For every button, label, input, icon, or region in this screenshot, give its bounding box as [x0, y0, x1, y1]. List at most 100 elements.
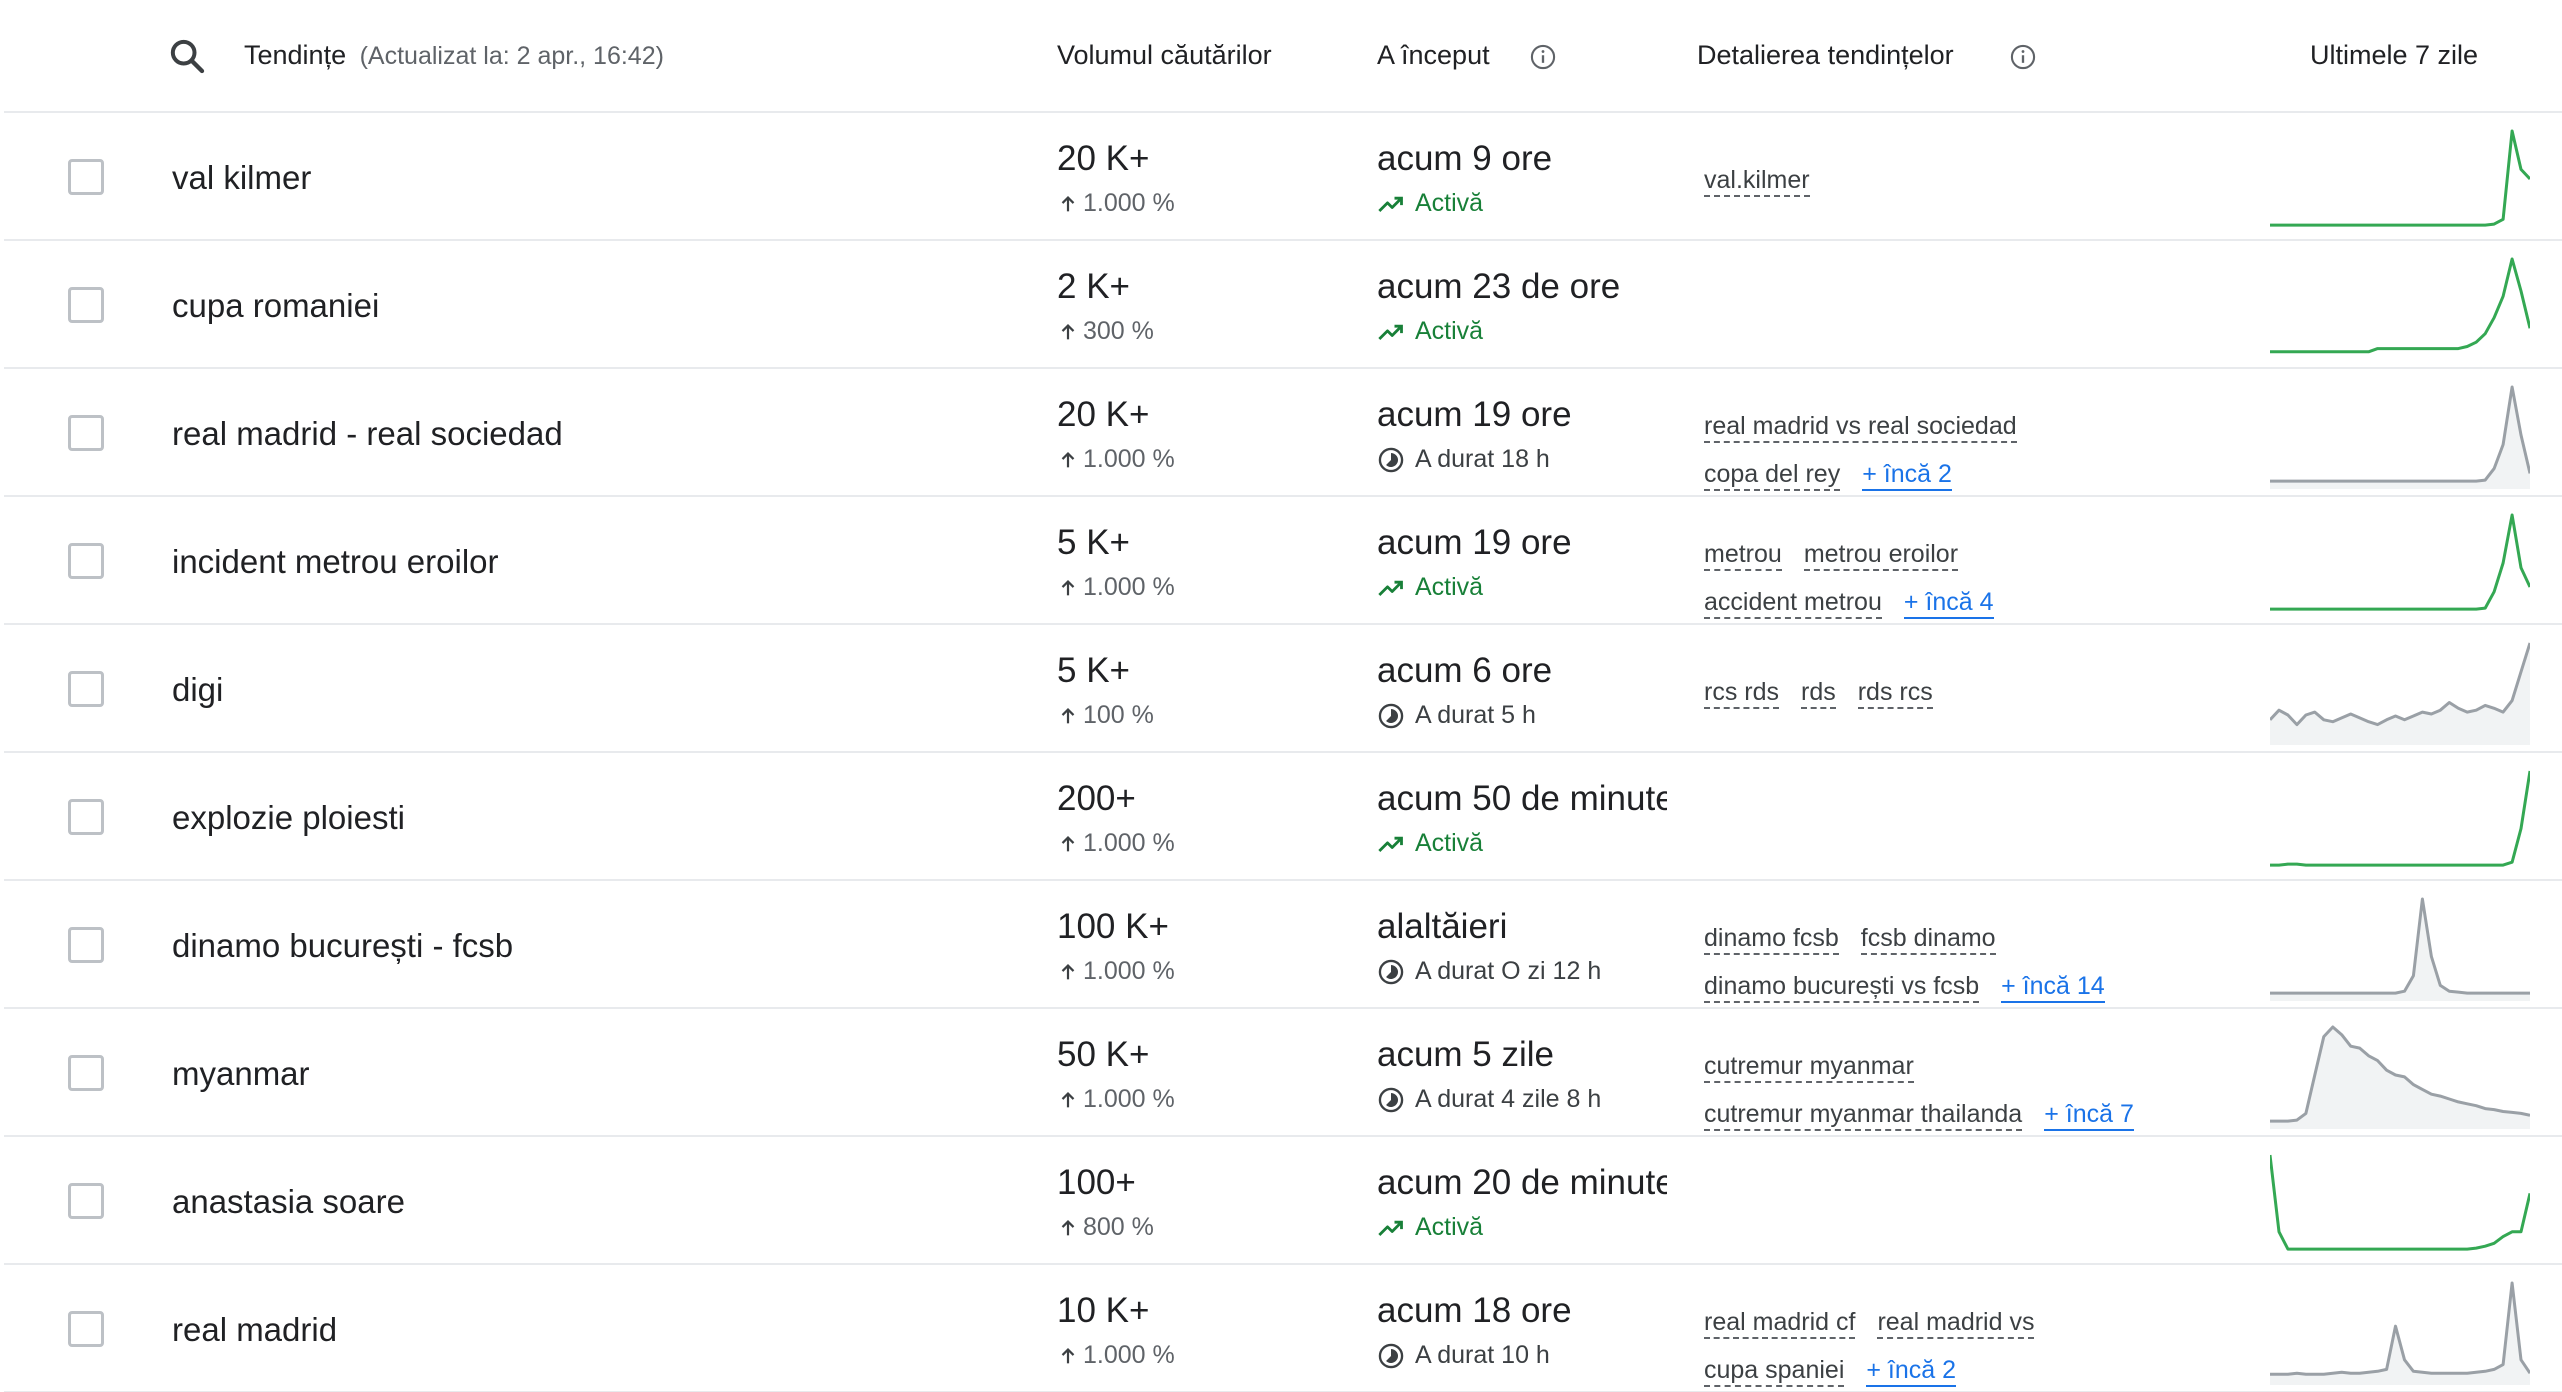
table-row-7[interactable]: dinamo bucurești - fcsb 100 K+ 1.000 % a… — [4, 881, 2562, 1009]
query-chip[interactable]: rds rcs — [1857, 677, 1933, 709]
query-chip[interactable]: real madrid vs real sociedad — [1704, 411, 2017, 443]
trend-breakdown — [1704, 787, 2264, 845]
search-volume: 5 K+ — [1057, 651, 1130, 690]
arrow-up-icon — [1061, 707, 1075, 723]
sparkline-chart[interactable] — [2270, 633, 2530, 745]
query-chip[interactable]: dinamo fcsb — [1704, 923, 1839, 955]
trend-name[interactable]: digi — [172, 671, 223, 709]
trend-breakdown — [1704, 1171, 2264, 1229]
table-row-10[interactable]: real madrid 10 K+ 1.000 % acum 18 ore A … — [4, 1265, 2562, 1392]
query-chip[interactable]: cupa spaniei — [1704, 1355, 1845, 1387]
row-checkbox[interactable] — [68, 415, 104, 451]
trend-name[interactable]: real madrid — [172, 1311, 337, 1349]
started-time: acum 5 zile — [1377, 1035, 1555, 1074]
query-chip[interactable]: metrou eroilor — [1803, 539, 1959, 571]
query-chip[interactable]: copa del rey — [1704, 459, 1841, 491]
more-queries-link[interactable]: + încă 2 — [1862, 459, 1952, 491]
search-volume: 2 K+ — [1057, 267, 1130, 306]
trend-breakdown — [1704, 275, 2264, 333]
row-checkbox[interactable] — [68, 799, 104, 835]
row-checkbox[interactable] — [68, 671, 104, 707]
query-chip[interactable]: rds — [1801, 677, 1836, 709]
more-queries-link[interactable]: + încă 7 — [2044, 1099, 2134, 1131]
trend-name[interactable]: val kilmer — [172, 159, 311, 197]
row-checkbox[interactable] — [68, 927, 104, 963]
table-row-1[interactable]: val kilmer 20 K+ 1.000 % acum 9 ore Acti… — [4, 113, 2562, 241]
row-checkbox[interactable] — [68, 159, 104, 195]
sparkline-chart[interactable] — [2270, 121, 2530, 233]
sparkline-chart[interactable] — [2270, 505, 2530, 617]
trending-up-icon — [1378, 580, 1403, 596]
query-chip[interactable]: cutremur myanmar thailanda — [1704, 1099, 2023, 1131]
sparkline-chart[interactable] — [2270, 761, 2530, 873]
table-row-2[interactable]: cupa romaniei 2 K+ 300 % acum 23 de ore … — [4, 241, 2562, 369]
column-header-volume[interactable]: Volumul căutărilor — [1057, 40, 1272, 71]
trend-name[interactable]: cupa romaniei — [172, 287, 379, 325]
table-row-6[interactable]: explozie ploiesti 200+ 1.000 % acum 50 d… — [4, 753, 2562, 881]
timelapse-icon — [1378, 959, 1404, 984]
started-time: alaltăieri — [1377, 907, 1508, 946]
row-checkbox[interactable] — [68, 543, 104, 579]
column-header-started[interactable]: A început — [1377, 40, 1490, 71]
sparkline-chart[interactable] — [2270, 889, 2530, 1001]
trend-name[interactable]: explozie ploiesti — [172, 799, 405, 837]
query-chip[interactable]: dinamo bucurești vs fcsb — [1704, 971, 1980, 1003]
info-icon[interactable] — [1529, 43, 1557, 71]
table-row-5[interactable]: digi 5 K+ 100 % acum 6 ore A durat 5 h r… — [4, 625, 2562, 753]
table-row-3[interactable]: real madrid - real sociedad 20 K+ 1.000 … — [4, 369, 2562, 497]
more-queries-link[interactable]: + încă 4 — [1903, 587, 1994, 619]
row-checkbox[interactable] — [68, 287, 104, 323]
volume-increase: 1.000 % — [1057, 445, 1175, 474]
status-text: A durat 18 h — [1415, 445, 1550, 473]
query-chip[interactable]: accident metrou — [1704, 587, 1882, 619]
status-text: Activă — [1415, 317, 1484, 345]
table-row-9[interactable]: anastasia soare 100+ 800 % acum 20 de mi… — [4, 1137, 2562, 1265]
started-time: acum 6 ore — [1377, 651, 1553, 690]
row-checkbox[interactable] — [68, 1183, 104, 1219]
sparkline-chart[interactable] — [2270, 377, 2530, 489]
status-text: Activă — [1415, 829, 1484, 857]
query-chip[interactable]: real madrid vs — [1877, 1307, 2035, 1339]
trend-name[interactable]: dinamo bucurești - fcsb — [172, 927, 513, 965]
sparkline-series — [2270, 257, 2530, 354]
trend-status: A durat 4 zile 8 h — [1377, 1085, 1601, 1114]
search-volume: 20 K+ — [1057, 395, 1150, 434]
query-chip[interactable]: val.kilmer — [1704, 165, 1810, 197]
trend-name[interactable]: anastasia soare — [172, 1183, 405, 1221]
search-volume: 200+ — [1057, 779, 1136, 818]
search-icon[interactable] — [167, 36, 207, 76]
more-queries-link[interactable]: + încă 14 — [2001, 971, 2105, 1003]
trend-name[interactable]: real madrid - real sociedad — [172, 415, 563, 453]
started-time: acum 23 de ore — [1377, 267, 1621, 306]
row-checkbox[interactable] — [68, 1311, 104, 1347]
query-chip[interactable]: real madrid cf — [1704, 1307, 1856, 1339]
info-icon[interactable] — [2009, 43, 2037, 71]
volume-increase: 1.000 % — [1057, 829, 1175, 858]
sparkline-chart[interactable] — [2270, 249, 2530, 361]
trend-name[interactable]: myanmar — [172, 1055, 310, 1093]
increase-percent: 1.000 % — [1083, 957, 1175, 985]
sparkline-chart[interactable] — [2270, 1017, 2530, 1129]
timelapse-icon — [1378, 1087, 1404, 1112]
trend-breakdown: real madrid vs real sociedad copa del re… — [1704, 403, 2264, 499]
query-chip[interactable]: fcsb dinamo — [1860, 923, 1996, 955]
increase-percent: 1.000 % — [1083, 573, 1175, 601]
timelapse-icon — [1378, 703, 1404, 728]
trend-status: Activă — [1377, 1213, 1483, 1242]
query-chip[interactable]: cutremur myanmar — [1704, 1051, 1914, 1083]
row-checkbox[interactable] — [68, 1055, 104, 1091]
more-queries-link[interactable]: + încă 2 — [1866, 1355, 1957, 1387]
arrow-up-icon — [1061, 963, 1075, 979]
increase-percent: 1.000 % — [1083, 445, 1175, 473]
sparkline-chart[interactable] — [2270, 1145, 2530, 1257]
table-row-8[interactable]: myanmar 50 K+ 1.000 % acum 5 zile A dura… — [4, 1009, 2562, 1137]
query-chip[interactable]: metrou — [1704, 539, 1782, 571]
sparkline-chart[interactable] — [2270, 1273, 2530, 1385]
search-volume: 50 K+ — [1057, 1035, 1150, 1074]
increase-percent: 300 % — [1083, 317, 1154, 345]
started-time: acum 20 de minute — [1377, 1163, 1667, 1202]
query-chip[interactable]: rcs rds — [1704, 677, 1779, 709]
trend-name[interactable]: incident metrou eroilor — [172, 543, 499, 581]
increase-percent: 100 % — [1083, 701, 1154, 729]
table-row-4[interactable]: incident metrou eroilor 5 K+ 1.000 % acu… — [4, 497, 2562, 625]
